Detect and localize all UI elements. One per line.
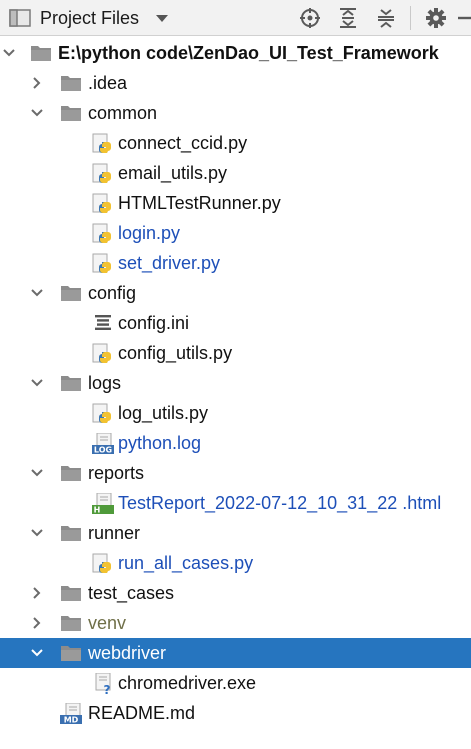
view-title[interactable]: Project Files	[40, 0, 139, 36]
tree-item-label: venv	[88, 613, 127, 633]
svg-text:H: H	[94, 506, 101, 515]
tree-row[interactable]: run_all_cases.py	[0, 548, 471, 578]
tree-row[interactable]: LOG python.log	[0, 428, 471, 458]
python-file-icon	[92, 163, 114, 183]
tree-item-label: webdriver	[88, 643, 167, 663]
folder-icon	[60, 523, 82, 543]
tree-item-label: .idea	[88, 73, 128, 93]
folder-icon	[60, 73, 82, 93]
chevron-down-icon[interactable]	[30, 376, 44, 390]
chevron-down-icon[interactable]	[2, 46, 16, 60]
tree-item-label: test_cases	[88, 583, 175, 603]
python-file-icon	[92, 553, 114, 573]
tree-row[interactable]: HTMLTestRunner.py	[0, 188, 471, 218]
tree-row[interactable]: ? chromedriver.exe	[0, 668, 471, 698]
folder-icon	[60, 463, 82, 483]
project-toolbar: Project Files	[0, 0, 471, 36]
tree-row[interactable]: set_driver.py	[0, 248, 471, 278]
project-files-panel: Project Files E:\python code\ZenDao_UI_T…	[0, 0, 471, 749]
tree-item-label: set_driver.py	[118, 253, 221, 273]
tree-row[interactable]: email_utils.py	[0, 158, 471, 188]
folder-icon	[60, 283, 82, 303]
chevron-down-icon[interactable]	[30, 106, 44, 120]
project-view-icon	[8, 6, 32, 30]
folder-icon	[60, 103, 82, 123]
tree-row[interactable]: config.ini	[0, 308, 471, 338]
log-file-icon: LOG	[92, 432, 114, 455]
tree-row[interactable]: config	[0, 278, 471, 308]
tree-row[interactable]: venv	[0, 608, 471, 638]
gear-icon[interactable]	[424, 6, 448, 30]
tree-item-label: logs	[88, 373, 122, 393]
svg-text:LOG: LOG	[94, 446, 112, 455]
tree-row[interactable]: E:\python code\ZenDao_UI_Test_Framework	[0, 38, 471, 68]
folder-icon	[60, 583, 82, 603]
expand-all-icon[interactable]	[336, 6, 360, 30]
chevron-down-icon[interactable]	[30, 466, 44, 480]
tree-item-label: config.ini	[118, 313, 190, 333]
tree-row[interactable]: reports	[0, 458, 471, 488]
python-file-icon	[92, 403, 114, 423]
ini-file-icon	[92, 313, 114, 333]
svg-text:?: ?	[104, 683, 111, 695]
locate-icon[interactable]	[298, 6, 322, 30]
tree-row[interactable]: .idea	[0, 68, 471, 98]
tree-item-label: config	[88, 283, 137, 303]
tree-row[interactable]: login.py	[0, 218, 471, 248]
toolbar-separator	[410, 6, 411, 30]
tree-item-label: run_all_cases.py	[118, 553, 254, 573]
folder-icon	[30, 43, 52, 63]
tree-row[interactable]: config_utils.py	[0, 338, 471, 368]
tree-row[interactable]: H TestReport_2022-07-12_10_31_22 .html	[0, 488, 471, 518]
tree-row[interactable]: common	[0, 98, 471, 128]
folder-icon	[60, 613, 82, 633]
html-file-icon: H	[92, 492, 114, 515]
tree-item-label: E:\python code\ZenDao_UI_Test_Framework	[58, 43, 439, 63]
tree-item-label: runner	[88, 523, 141, 543]
chevron-down-icon[interactable]	[30, 526, 44, 540]
hide-icon[interactable]	[454, 6, 471, 30]
tree-item-label: HTMLTestRunner.py	[118, 193, 281, 213]
chevron-down-icon[interactable]	[156, 15, 168, 22]
folder-icon	[60, 643, 82, 663]
unknown-file-icon: ?	[92, 672, 114, 697]
tree-row[interactable]: runner	[0, 518, 471, 548]
chevron-down-icon[interactable]	[30, 646, 44, 660]
python-file-icon	[92, 223, 114, 243]
chevron-right-icon[interactable]	[30, 616, 44, 630]
collapse-all-icon[interactable]	[374, 6, 398, 30]
markdown-file-icon: MD	[60, 702, 82, 725]
tree-item-label: email_utils.py	[118, 163, 228, 183]
python-file-icon	[92, 343, 114, 363]
tree-row[interactable]: test_cases	[0, 578, 471, 608]
python-file-icon	[92, 193, 114, 213]
tree-item-label: connect_ccid.py	[118, 133, 248, 153]
tree-item-label: config_utils.py	[118, 343, 233, 363]
svg-text:MD: MD	[64, 716, 79, 725]
tree-row[interactable]: MD README.md	[0, 698, 471, 728]
tree-item-label: login.py	[118, 223, 181, 243]
tree-item-label: TestReport_2022-07-12_10_31_22 .html	[118, 493, 442, 513]
chevron-right-icon[interactable]	[30, 586, 44, 600]
chevron-right-icon[interactable]	[30, 76, 44, 90]
python-file-icon	[92, 133, 114, 153]
tree-item-label: python.log	[118, 433, 202, 453]
python-file-icon	[92, 253, 114, 273]
tree-item-label: reports	[88, 463, 145, 483]
tree-row[interactable]: connect_ccid.py	[0, 128, 471, 158]
folder-icon	[60, 373, 82, 393]
tree-item-label: chromedriver.exe	[118, 673, 257, 693]
tree-row[interactable]: logs	[0, 368, 471, 398]
chevron-down-icon[interactable]	[30, 286, 44, 300]
tree-item-label: common	[88, 103, 158, 123]
tree-item-label: log_utils.py	[118, 403, 209, 423]
tree-row[interactable]: log_utils.py	[0, 398, 471, 428]
tree-row[interactable]: webdriver	[0, 638, 471, 668]
tree-item-label: README.md	[88, 703, 196, 723]
